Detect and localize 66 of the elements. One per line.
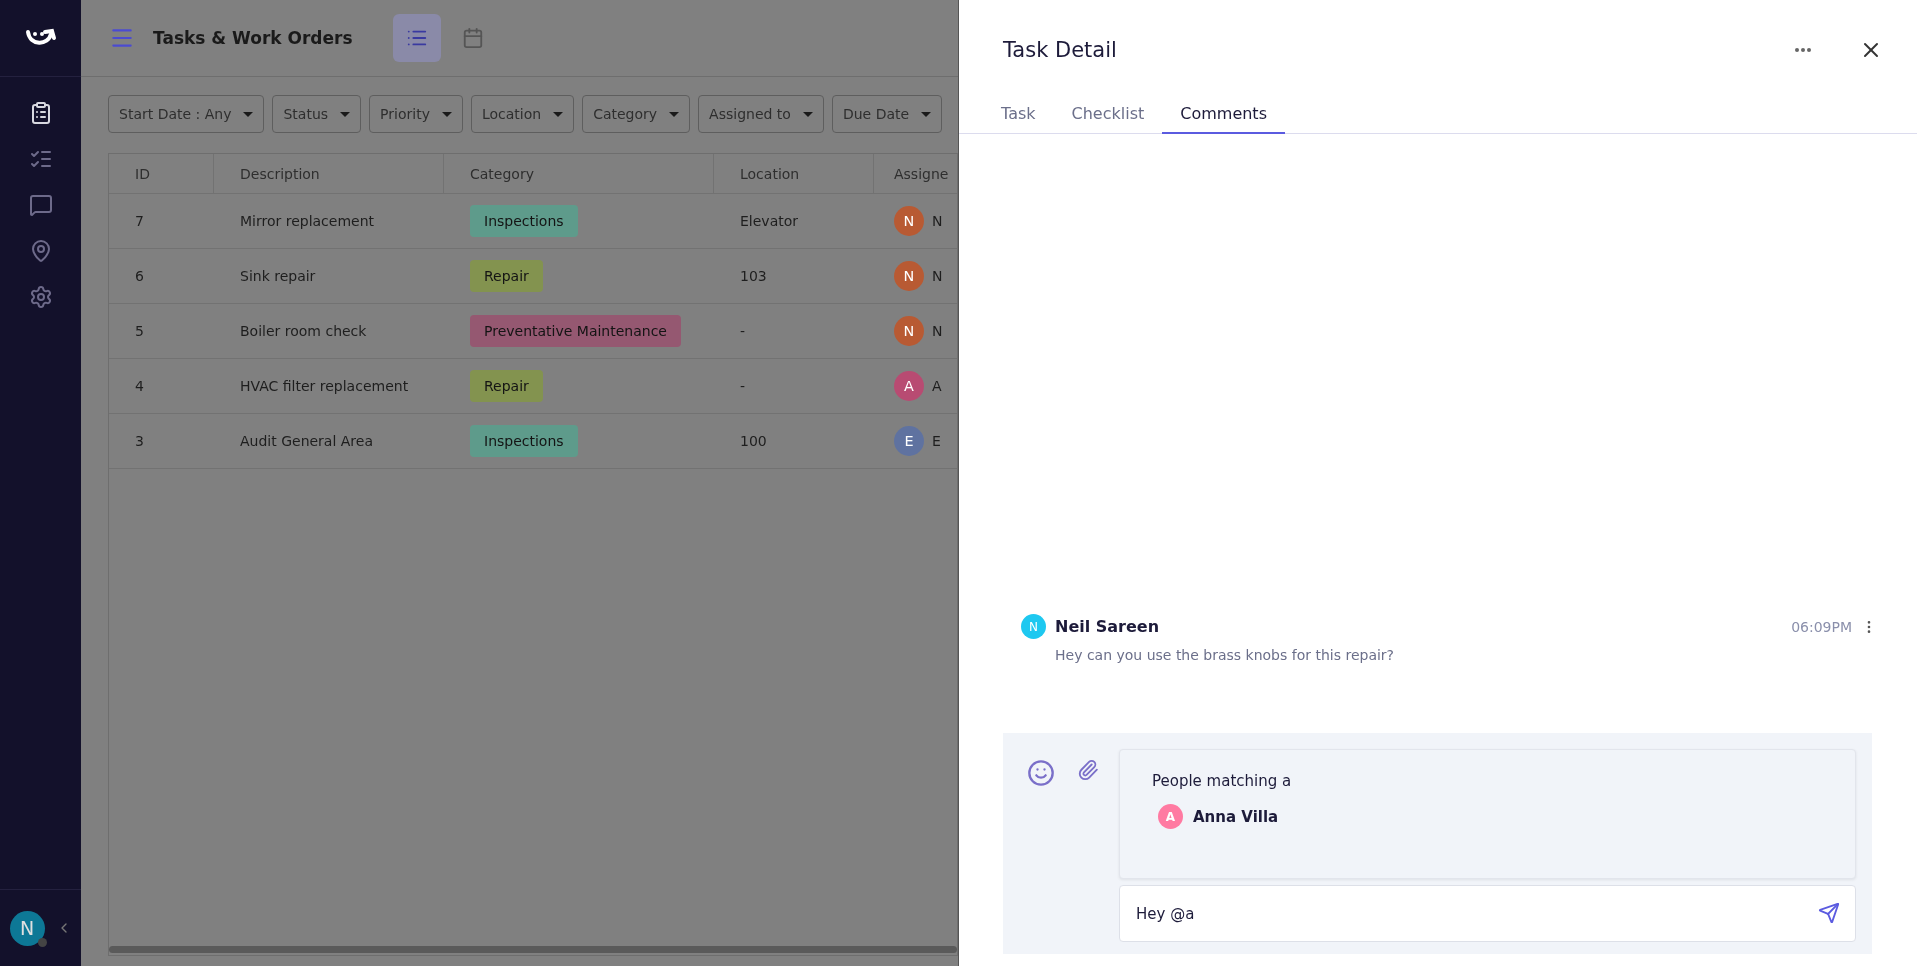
table-cell-text: Elevator — [739, 213, 800, 229]
category-tag: Inspections — [470, 205, 578, 237]
table-cell-text: 4 — [134, 378, 145, 394]
category-tag: Preventative Maintenance — [470, 315, 681, 347]
tab[interactable]: Checklist — [1053, 98, 1163, 134]
person-name[interactable]: Anna Villa — [1193, 807, 1279, 826]
filter-dropdown[interactable]: Status — [272, 95, 362, 133]
more-icon — [1795, 48, 1811, 52]
comment-author: Neil Sareen — [1055, 617, 1161, 636]
user-avatar[interactable]: N — [9, 910, 45, 946]
filter-dropdown[interactable]: Assigned to — [698, 95, 824, 133]
tab[interactable]: Task — [983, 98, 1054, 134]
scrollbar[interactable] — [109, 946, 957, 953]
comment-text: Hey can you use the brass knobs for this repair? — [1055, 647, 1396, 663]
page-title: Tasks & Work Orders — [153, 28, 353, 48]
table-cell-text: - — [739, 323, 747, 339]
paperclip-icon — [1077, 759, 1099, 781]
comment-input[interactable]: Hey @a — [1119, 885, 1856, 942]
table-cell-text: 6 — [134, 268, 145, 284]
tab[interactable]: Comments — [1162, 98, 1285, 134]
panel-title: Task Detail — [1003, 38, 1118, 62]
comment-avatar: N — [1021, 614, 1046, 639]
table-cell-text: 5 — [134, 323, 145, 339]
table-cell-text: Boiler room check — [239, 323, 368, 339]
table-cell-text: 7 — [134, 213, 145, 229]
assignee-name: N — [932, 213, 943, 229]
assignee-avatar: A — [894, 371, 924, 401]
mention-title: People matching a — [1152, 772, 1293, 790]
column-header: Category — [444, 154, 714, 193]
person-avatar: A — [1158, 804, 1183, 829]
column-header: Description — [214, 154, 444, 193]
smiley-icon — [1027, 759, 1055, 787]
assignee-avatar: N — [894, 206, 924, 236]
assignee-name: A — [932, 378, 942, 394]
calendar-icon — [461, 27, 484, 49]
column-header: Assigne — [893, 164, 950, 184]
category-tag: Repair — [470, 370, 543, 402]
column-header: Location — [714, 154, 874, 193]
assignee-name: N — [932, 268, 943, 284]
assignee-avatar: N — [894, 261, 924, 291]
table-cell-text: Sink repair — [239, 268, 317, 284]
filter-dropdown[interactable]: Category — [582, 95, 691, 133]
filter-dropdown[interactable]: Start Date : Any — [108, 95, 265, 133]
filter-dropdown[interactable]: Priority — [369, 95, 463, 133]
table-cell-text: 103 — [739, 268, 768, 284]
table-cell-text: Audit General Area — [239, 433, 374, 449]
table-cell-text: HVAC filter replacement — [239, 378, 410, 394]
table-cell-text: Mirror replacement — [239, 213, 376, 229]
chat-icon — [28, 193, 53, 217]
category-tag: Inspections — [470, 425, 578, 457]
assignee-name: N — [932, 323, 943, 339]
assignee-name: E — [932, 433, 941, 449]
column-header: ID — [109, 154, 214, 193]
settings-icon — [28, 285, 53, 309]
assignee-avatar: N — [894, 316, 924, 346]
send-icon[interactable] — [1818, 902, 1840, 924]
comment-time: 06:09PM — [1791, 618, 1852, 635]
table-cell-text: 3 — [134, 433, 145, 449]
table-cell-text: 100 — [739, 433, 768, 449]
assignee-avatar: E — [894, 426, 924, 456]
table-cell-text: - — [739, 378, 747, 394]
filter-dropdown[interactable]: Due Date — [831, 95, 943, 133]
list-view-button[interactable] — [392, 14, 441, 62]
category-tag: Repair — [470, 260, 543, 292]
filter-dropdown[interactable]: Location — [470, 95, 575, 133]
status-dot — [37, 937, 47, 947]
